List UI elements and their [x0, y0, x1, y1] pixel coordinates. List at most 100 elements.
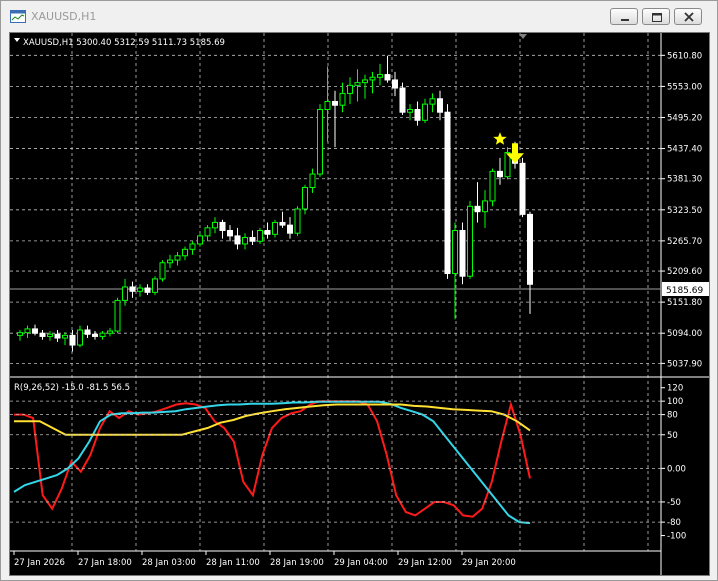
candle-body — [212, 221, 218, 229]
candle — [249, 230, 256, 246]
close-button[interactable] — [674, 8, 702, 25]
candle-body — [242, 236, 248, 245]
candle — [294, 206, 301, 236]
candle-body — [114, 299, 121, 332]
candle-body — [339, 92, 346, 106]
candle — [527, 211, 533, 314]
candle-body — [347, 84, 353, 94]
price-tick-label: 5553.00 — [667, 82, 702, 92]
candle — [227, 225, 233, 242]
window-title: XAUUSD,H1 — [31, 10, 97, 23]
candle — [324, 66, 331, 142]
candle — [159, 260, 166, 282]
candle-body — [519, 162, 526, 215]
candle-body — [467, 205, 473, 277]
minimize-button[interactable] — [610, 8, 638, 25]
candle-body — [474, 205, 481, 213]
candle — [39, 329, 46, 340]
indicator-tick-label: 50 — [667, 431, 678, 441]
star-icon — [493, 132, 507, 145]
time-tick-label: 27 Jan 2026 — [14, 558, 65, 568]
candle-body — [189, 243, 196, 250]
candle-body — [437, 98, 443, 113]
candle-body — [197, 235, 203, 245]
candle-body — [414, 109, 421, 121]
candle-body — [354, 82, 361, 86]
maximize-button[interactable] — [642, 8, 670, 25]
candle-body — [272, 221, 278, 235]
candle-body — [264, 230, 271, 235]
candle-body — [92, 333, 98, 337]
time-tick-label: 29 Jan 12:00 — [398, 558, 452, 568]
candle — [257, 227, 263, 244]
candle-body — [32, 328, 38, 334]
candle — [189, 241, 196, 255]
candle-body — [302, 186, 308, 210]
candle — [17, 329, 23, 341]
chart-window-icon — [10, 10, 26, 23]
time-tick-label: 29 Jan 04:00 — [334, 558, 388, 568]
indicator-tick-label: -80 — [667, 518, 681, 528]
candle — [429, 93, 436, 113]
candle — [452, 222, 458, 320]
candle — [144, 284, 151, 296]
candle — [339, 82, 346, 113]
candle — [354, 69, 361, 102]
chart-shift-icon[interactable] — [519, 34, 527, 39]
candle-body — [309, 173, 316, 188]
chart-window: XAUUSD,H1 5610.80 5553.00 5495.20 5437.40 53… — [0, 0, 718, 581]
candle — [272, 219, 278, 238]
candle-body — [257, 230, 263, 242]
time-tick-label: 29 Jan 20:00 — [462, 558, 516, 568]
candle — [332, 90, 338, 148]
price-tick-label: 5610.80 — [667, 51, 702, 61]
candle-body — [159, 262, 166, 280]
candle — [32, 324, 38, 336]
candle — [234, 227, 241, 250]
chart-header: XAUUSD,H1 5300.40 5312.59 5111.73 5185.6… — [23, 38, 225, 48]
price-tick-label: 5265.70 — [667, 237, 702, 247]
candle — [414, 101, 421, 126]
time-tick-label: 28 Jan 19:00 — [270, 558, 324, 568]
candle-body — [137, 287, 143, 292]
title-bar[interactable]: XAUUSD,H1 — [1, 1, 717, 32]
price-chart[interactable]: 5610.80 5553.00 5495.20 5437.40 5381.30 5323.… — [10, 33, 709, 575]
candle — [497, 157, 503, 185]
candle — [174, 252, 181, 266]
candle — [84, 325, 91, 339]
candle-body — [482, 200, 488, 213]
price-tick-label: 5094.00 — [667, 329, 702, 339]
price-tick-label: 5381.30 — [667, 175, 702, 185]
symbol-menu-icon[interactable] — [14, 38, 20, 42]
indicator-axis: 120 100 80 50 0.00 -50 -80 -100 — [10, 384, 686, 542]
candle — [77, 325, 83, 348]
candle — [107, 327, 113, 337]
candle — [489, 168, 496, 207]
candle-body — [279, 221, 286, 226]
candle-body — [332, 100, 338, 106]
candle — [369, 71, 376, 94]
candle-body — [204, 227, 211, 237]
price-tick-label: 5323.50 — [667, 206, 702, 216]
price-axis: 5610.80 5553.00 5495.20 5437.40 5381.30 5323.… — [661, 51, 702, 369]
candle — [504, 147, 511, 180]
chart-area[interactable]: 5610.80 5553.00 5495.20 5437.40 5381.30 5323.… — [9, 32, 710, 576]
candle — [219, 219, 226, 239]
candle-body — [362, 79, 368, 84]
indicator-line-red — [14, 400, 531, 518]
close-icon — [684, 12, 694, 22]
candle-body — [377, 74, 383, 78]
indicator-tick-label: 120 — [667, 384, 683, 394]
current-price-label: 5185.69 — [666, 286, 703, 296]
candle — [287, 217, 293, 239]
candle-body — [407, 109, 413, 113]
candle — [279, 211, 286, 228]
indicator-tick-label: -100 — [667, 532, 686, 542]
candle-body — [429, 98, 436, 105]
price-tick-label: 5437.40 — [667, 145, 702, 155]
candle-body — [144, 287, 151, 293]
candle-body — [444, 111, 451, 275]
candle-body — [77, 329, 83, 346]
candle — [399, 82, 406, 115]
minimize-icon — [621, 19, 629, 21]
